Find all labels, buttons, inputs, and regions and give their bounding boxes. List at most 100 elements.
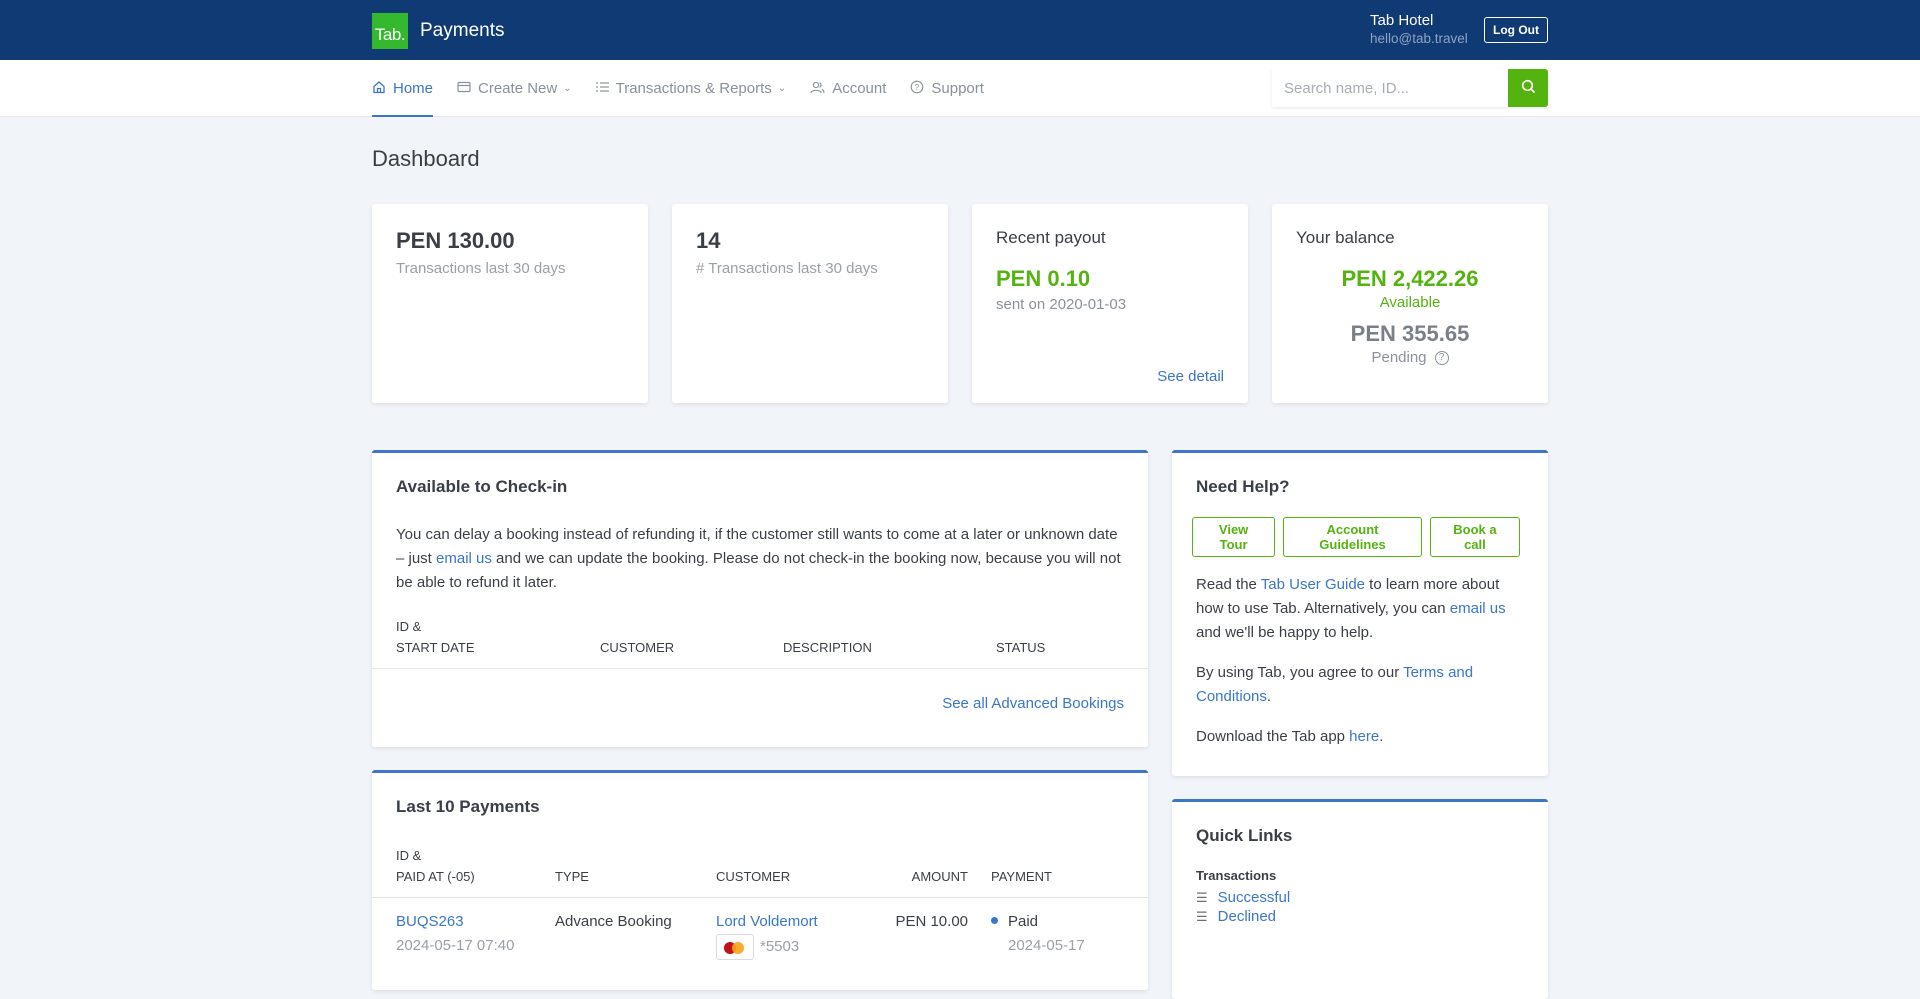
stat-card-count: 14 # Transactions last 30 days xyxy=(672,204,948,403)
nav-transactions-reports-label: Transactions & Reports xyxy=(615,80,772,97)
search-bar xyxy=(1272,69,1548,107)
book-a-call-button[interactable]: Book a call xyxy=(1429,517,1520,557)
transactions-count: 14 xyxy=(696,228,721,253)
see-detail-link[interactable]: See detail xyxy=(1157,368,1224,385)
table-row[interactable]: BUQS263 2024-05-17 07:40 Advance Booking… xyxy=(372,898,1148,978)
checkin-description: You can delay a booking instead of refun… xyxy=(396,523,1124,595)
help-text-terms: By using Tab, you agree to our Terms and… xyxy=(1196,664,1474,705)
list-icon: ☰ xyxy=(1196,889,1208,905)
stat-card-payout: Recent payout PEN 0.10 sent on 2020-01-0… xyxy=(972,204,1248,403)
nav-support-label: Support xyxy=(931,80,984,97)
quick-link-successful[interactable]: ☰ Successful xyxy=(1196,889,1524,906)
account-guidelines-button[interactable]: Account Guidelines xyxy=(1283,517,1422,557)
stat-card-volume: PEN 130.00 Transactions last 30 days xyxy=(372,204,648,403)
nav-transactions-reports[interactable]: Transactions & Reports ⌄ xyxy=(595,60,787,117)
recent-payout-date: sent on 2020-01-03 xyxy=(996,296,1127,313)
payments-title: Last 10 Payments xyxy=(396,797,540,816)
nav-create-new-label: Create New xyxy=(478,80,558,97)
list-icon: ☰ xyxy=(1196,908,1208,924)
col-id-start-date[interactable]: ID & START DATE xyxy=(396,616,475,658)
pending-label: Pending xyxy=(1371,349,1427,366)
users-icon xyxy=(810,81,825,97)
col-id-paid-at[interactable]: ID & PAID AT (-05) xyxy=(396,845,475,887)
user-email: hello@tab.travel xyxy=(1370,31,1468,46)
quick-link-declined[interactable]: ☰ Declined xyxy=(1196,908,1524,925)
col-payment[interactable]: PAYMENT xyxy=(991,866,1052,887)
page-title: Dashboard xyxy=(372,146,480,171)
mastercard-icon xyxy=(716,934,754,960)
chevron-down-icon: ⌄ xyxy=(777,83,787,94)
list-icon xyxy=(595,81,609,96)
svg-text:?: ? xyxy=(915,83,920,92)
stat-card-balance: Your balance PEN 2,422.26 Available PEN … xyxy=(1272,204,1548,403)
nav-home-label: Home xyxy=(393,80,434,97)
top-bar: Tab. Payments Tab Hotel hello@tab.travel… xyxy=(0,0,1920,60)
chevron-down-icon: ⌄ xyxy=(563,83,572,94)
payments-panel: Last 10 Payments ID & PAID AT (-05) TYPE … xyxy=(372,770,1148,990)
nav-support[interactable]: ? Support xyxy=(910,60,984,117)
app-title: Payments xyxy=(420,20,505,41)
transactions-volume: PEN 130.00 xyxy=(396,228,515,253)
status-dot-icon xyxy=(991,917,998,924)
quick-links-section: Transactions xyxy=(1196,868,1277,883)
logout-button[interactable]: Log Out xyxy=(1484,17,1548,43)
checkin-panel: Available to Check-in You can delay a bo… xyxy=(372,450,1148,747)
email-us-link[interactable]: email us xyxy=(1450,600,1506,617)
recent-payout-title: Recent payout xyxy=(996,228,1106,247)
home-icon xyxy=(372,80,386,97)
nav-account-label: Account xyxy=(832,80,887,97)
help-text-guide: Read the Tab User Guide to learn more ab… xyxy=(1196,576,1506,641)
user-name: Tab Hotel xyxy=(1370,12,1434,29)
quick-links-panel: Quick Links Transactions ☰ Successful ☰ De… xyxy=(1172,799,1548,999)
card-last-digits: *5503 xyxy=(760,937,800,955)
col-amount[interactable]: AMOUNT xyxy=(912,866,968,887)
checkin-table-header: ID & START DATE CUSTOMER DESCRIPTION STAT… xyxy=(372,619,1148,669)
col-customer[interactable]: CUSTOMER xyxy=(716,866,790,887)
nav-home[interactable]: Home xyxy=(372,60,434,117)
balance-title: Your balance xyxy=(1296,228,1395,247)
col-status[interactable]: STATUS xyxy=(996,637,1045,658)
view-tour-button[interactable]: View Tour xyxy=(1192,517,1276,557)
nav-bar: Home Create New ⌄ Transactions & Reports… xyxy=(0,60,1920,117)
payment-paid-at: 2024-05-17 07:40 xyxy=(396,937,515,954)
help-circle-icon: ? xyxy=(910,80,924,97)
app-download-link[interactable]: here xyxy=(1349,728,1379,745)
nav-create-new[interactable]: Create New ⌄ xyxy=(457,60,572,117)
available-balance: PEN 2,422.26 xyxy=(1341,266,1479,291)
user-guide-link[interactable]: Tab User Guide xyxy=(1261,576,1365,593)
help-text-app: Download the Tab app here. xyxy=(1196,728,1384,745)
main-nav: Home Create New ⌄ Transactions & Reports… xyxy=(372,60,1008,117)
recent-payout-amount: PEN 0.10 xyxy=(996,266,1091,291)
email-us-link[interactable]: email us xyxy=(436,550,492,567)
payment-status: Paid xyxy=(991,910,1085,934)
card-info: *5503 xyxy=(716,934,818,960)
declined-link[interactable]: Declined xyxy=(1218,908,1276,925)
payment-status-date: 2024-05-17 xyxy=(1008,937,1085,954)
card-icon xyxy=(457,81,471,96)
see-all-advanced-bookings-link[interactable]: See all Advanced Bookings xyxy=(942,695,1124,712)
tab-logo: Tab. xyxy=(372,13,408,49)
col-description[interactable]: DESCRIPTION xyxy=(783,637,872,658)
help-circle-icon[interactable]: ? xyxy=(1434,351,1449,365)
search-input[interactable] xyxy=(1272,69,1508,107)
payment-amount: PEN 10.00 xyxy=(895,913,968,930)
col-customer[interactable]: CUSTOMER xyxy=(600,637,674,658)
pending-balance: PEN 355.65 xyxy=(1350,321,1470,346)
transactions-count-label: # Transactions last 30 days xyxy=(696,260,878,277)
user-info: Tab Hotel hello@tab.travel xyxy=(1370,12,1468,48)
need-help-title: Need Help? xyxy=(1196,477,1290,496)
search-icon xyxy=(1521,79,1536,97)
nav-account[interactable]: Account xyxy=(810,60,886,117)
checkin-title: Available to Check-in xyxy=(396,477,568,496)
search-button[interactable] xyxy=(1508,69,1548,107)
col-type[interactable]: TYPE xyxy=(555,866,589,887)
available-label: Available xyxy=(1379,294,1441,311)
transactions-volume-label: Transactions last 30 days xyxy=(396,260,566,277)
payment-id-link[interactable]: BUQS263 xyxy=(396,913,464,930)
checkin-text-2: and we can update the booking. Please do… xyxy=(396,550,1121,591)
brand[interactable]: Tab. Payments xyxy=(372,13,504,49)
customer-link[interactable]: Lord Voldemort xyxy=(716,913,818,930)
successful-link[interactable]: Successful xyxy=(1218,889,1291,906)
pending-label-row: Pending? xyxy=(1296,349,1524,366)
quick-links-title: Quick Links xyxy=(1196,826,1293,845)
